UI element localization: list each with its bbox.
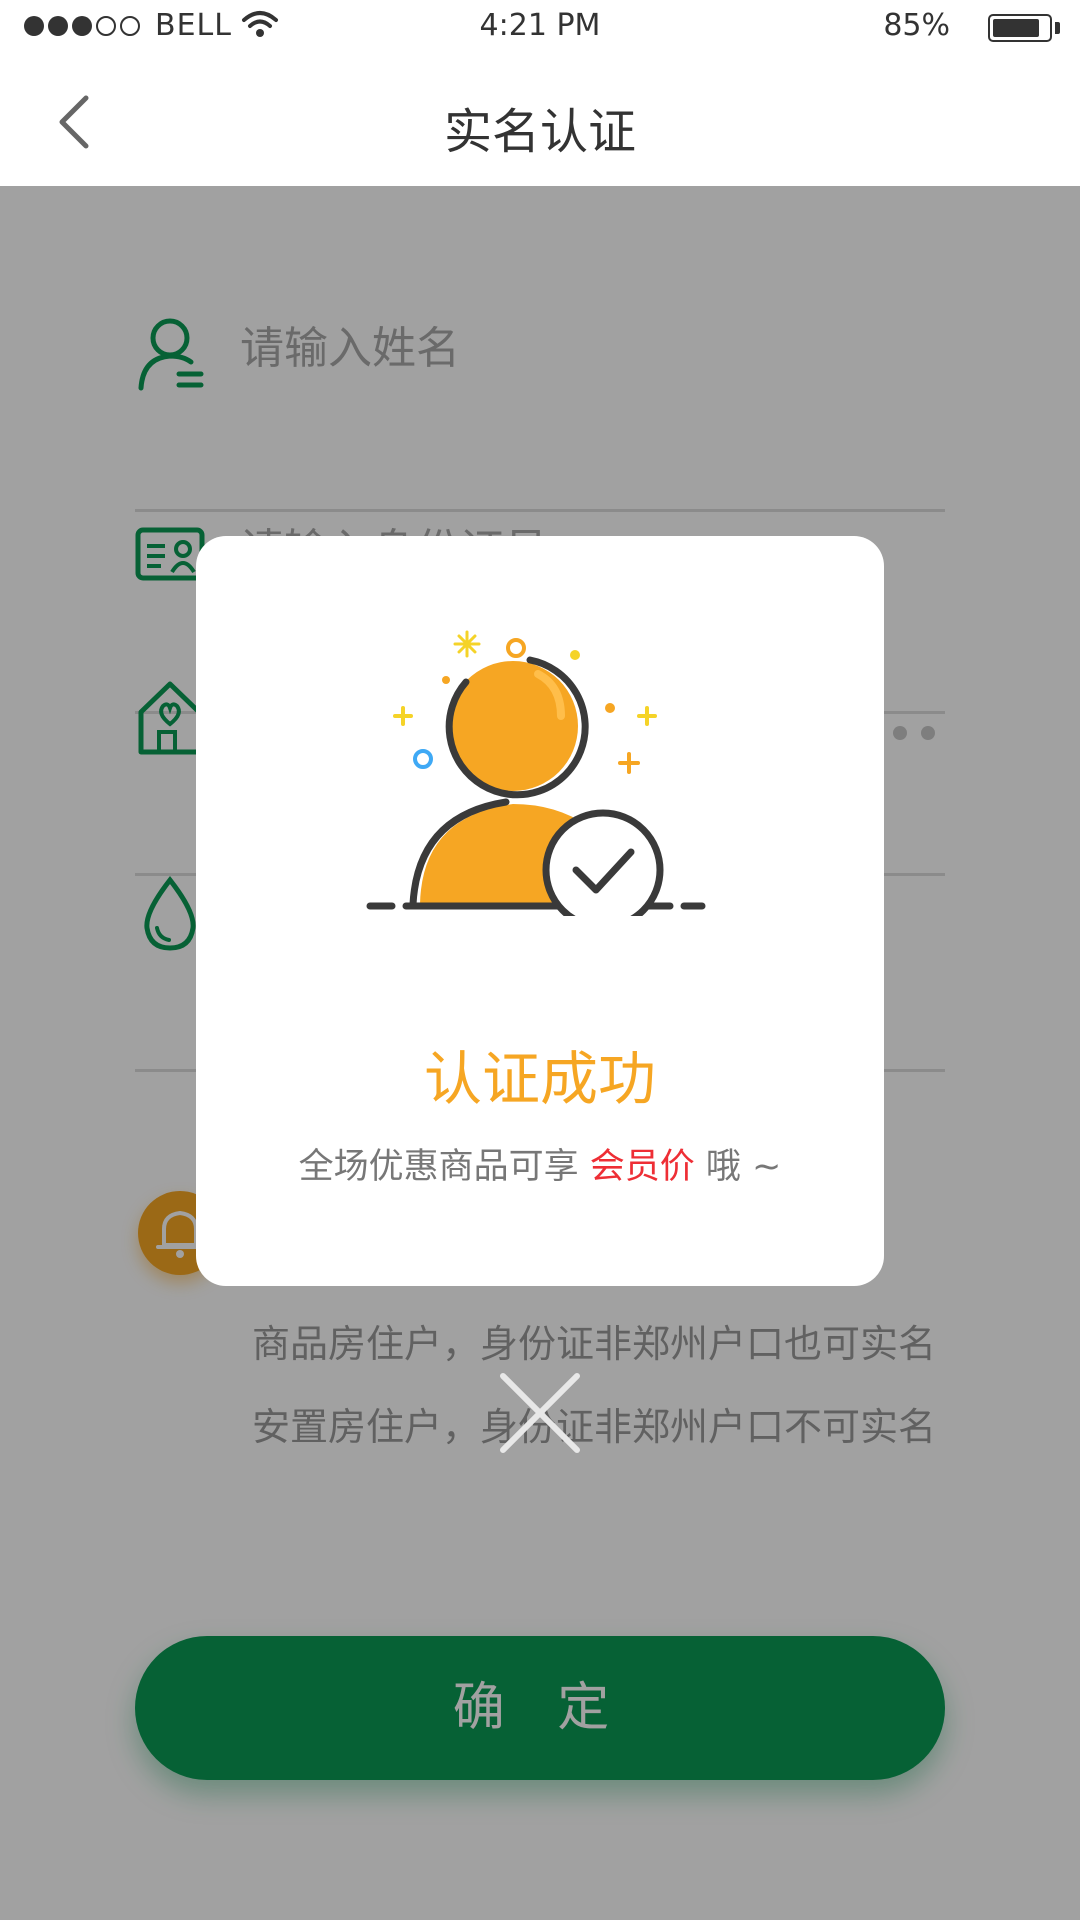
battery-icon [988,14,1052,42]
status-bar: BELL 4:21 PM 85% [0,0,1080,56]
subtitle-prefix: 全场优惠商品可享 [298,1147,590,1187]
screen: BELL 4:21 PM 85% 实名认证 请输入姓名 商品房住户，身份证非郑州… [0,0,1080,1920]
battery-tip [1055,22,1060,34]
nav-bar: 实名认证 [0,56,1080,186]
close-button[interactable] [495,1368,585,1458]
battery-level [993,19,1039,37]
page-title: 实名认证 [443,104,636,160]
member-price-highlight: 会员价 [589,1147,695,1187]
verified-user-illustration [366,630,706,916]
success-modal: 认证成功 全场优惠商品可享 会员价 哦 ~ [196,536,884,1286]
battery-percent: 85% [883,8,950,43]
modal-title: 认证成功 [423,1045,656,1113]
modal-subtitle: 全场优惠商品可享 会员价 哦 ~ [196,1138,884,1189]
subtitle-suffix: 哦 ~ [694,1147,782,1187]
close-icon [500,1373,580,1453]
